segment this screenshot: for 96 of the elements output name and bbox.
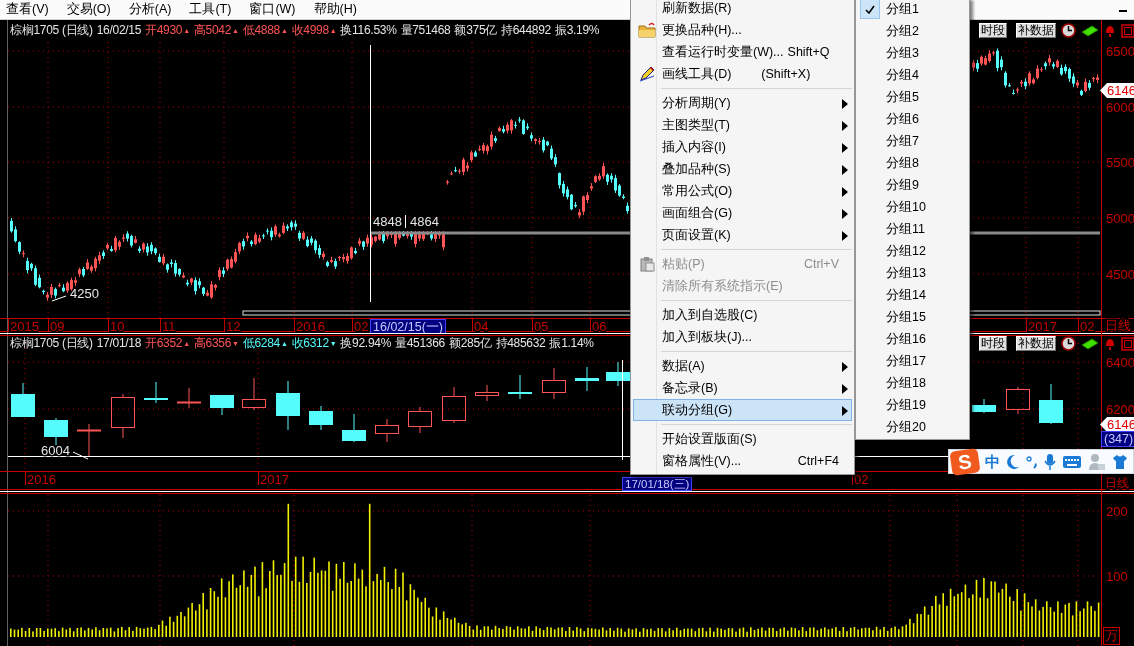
price-annotation: 4250 <box>70 285 99 301</box>
quote-text: 额375亿 <box>454 22 497 39</box>
submenu-item[interactable]: 分组9 <box>858 174 967 196</box>
axis-label: 02 <box>354 318 369 333</box>
submenu-item[interactable]: 分组5 <box>858 86 967 108</box>
axis-label: 4500 <box>1106 266 1134 282</box>
submenu-item[interactable]: 分组17 <box>858 350 967 372</box>
submenu-item[interactable]: 分组15 <box>858 306 967 328</box>
unit-label: 万 <box>1103 627 1120 645</box>
menu-item[interactable]: 画面组合(G) <box>633 202 852 224</box>
menu-item[interactable]: 查看运行时变量(W)... Shift+Q <box>633 41 852 63</box>
axis-label: 10 <box>110 318 125 333</box>
menu-item[interactable]: 常用公式(O) <box>633 180 852 202</box>
submenu-item[interactable]: 分组18 <box>858 372 967 394</box>
price-annotation: 6004 <box>41 442 70 458</box>
period-label: 日线 <box>1105 317 1131 333</box>
quote-text: 额285亿 <box>449 335 492 352</box>
menu-item[interactable]: 分析周期(Y) <box>633 92 852 114</box>
quote-text: 棕榈1705 (日线) <box>10 22 93 39</box>
axis-label: 5000 <box>1106 210 1134 226</box>
menu-item[interactable]: 页面设置(K) <box>633 224 852 246</box>
axis-label: 2016 <box>27 471 56 487</box>
price-annotation: 4864 <box>410 213 439 229</box>
tool-button[interactable]: 补数据 <box>1016 336 1056 351</box>
menu-item[interactable]: 加入到自选股(C) <box>633 304 852 326</box>
menu-item[interactable]: 交易(O) <box>64 0 113 19</box>
quote-text: 16/02/15 <box>96 22 142 39</box>
axis-label: 05 <box>534 318 549 333</box>
menu-item[interactable]: 数据(A) <box>633 355 852 377</box>
period-label: 日线 <box>1105 476 1129 490</box>
quote-text: 持485632 <box>495 335 546 352</box>
menu-item[interactable]: 刷新数据(R) <box>633 0 852 19</box>
axis-label: 6500 <box>1106 43 1134 59</box>
tool-button[interactable]: 补数据 <box>1016 23 1056 38</box>
menu-item[interactable]: 分析(A) <box>126 0 174 19</box>
menu-item[interactable]: 帮助(H) <box>311 0 359 19</box>
axis-label: 12 <box>226 318 241 333</box>
submenu-item[interactable]: 分组14 <box>858 284 967 306</box>
count-tag: (347) <box>1101 431 1134 447</box>
menu-item[interactable]: 备忘录(B) <box>633 377 852 399</box>
input-mode-button[interactable]: 中 <box>985 452 1000 471</box>
quote-text: 持644892 <box>501 22 551 39</box>
submenu-item[interactable]: 分组1 <box>858 0 967 20</box>
axis-label: 6400 <box>1106 354 1134 370</box>
menu-item[interactable]: 插入内容(I) <box>633 136 852 158</box>
menu-item[interactable]: 联动分组(G) <box>633 399 852 421</box>
submenu-item[interactable]: 分组8 <box>858 152 967 174</box>
submenu-item[interactable]: 分组3 <box>858 42 967 64</box>
menu-item[interactable]: 窗格属性(V)... Ctrl+F4 <box>633 450 852 472</box>
quote-text: 换116.53% <box>340 22 397 39</box>
menu-item[interactable]: 查看(V) <box>4 0 51 19</box>
date-tag: 17/01/18(三) <box>622 477 693 491</box>
menu-item[interactable]: 主图类型(T) <box>633 114 852 136</box>
quote-text: 换92.94% <box>340 335 392 352</box>
submenu-item[interactable]: 分组20 <box>858 416 967 438</box>
axis-label: 2017 <box>260 471 289 487</box>
axis-label: 6200 <box>1106 401 1134 417</box>
price-annotation: 4848 <box>373 213 402 229</box>
axis-label: 11 <box>162 318 176 333</box>
menu-item[interactable]: 更换品种(H)... <box>633 19 852 41</box>
submenu-item[interactable]: 分组19 <box>858 394 967 416</box>
submenu-item[interactable]: 分组16 <box>858 328 967 350</box>
submenu-item[interactable]: 分组11 <box>858 218 967 240</box>
submenu-item[interactable]: 分组6 <box>858 108 967 130</box>
menu-item[interactable]: 工具(T) <box>187 0 234 19</box>
axis-label: 2015 <box>10 318 39 333</box>
menu-item[interactable]: 开始设置版面(S) <box>633 428 852 450</box>
menu-item[interactable]: 加入到板块(J)... <box>633 326 852 348</box>
submenu-item[interactable]: 分组10 <box>858 196 967 218</box>
axis-label: 6000 <box>1106 99 1134 115</box>
tool-button[interactable]: 时段 <box>979 23 1007 38</box>
axis-label: 100 <box>1106 568 1128 584</box>
quote-text: 振3.19% <box>554 22 600 39</box>
menu-item[interactable]: 窗口(W) <box>247 0 298 19</box>
quote-text: 量751468 <box>400 22 451 39</box>
quote-text: 17/01/18 <box>96 335 142 352</box>
menu-item[interactable]: 叠加品种(S) <box>633 158 852 180</box>
axis-label: 2017 <box>1028 318 1057 333</box>
submenu-item[interactable]: 分组12 <box>858 240 967 262</box>
axis-label: 06 <box>592 318 607 333</box>
submenu-item[interactable]: 分组7 <box>858 130 967 152</box>
axis-label: 5500 <box>1106 154 1134 170</box>
axis-label: 200 <box>1106 503 1128 519</box>
quote-text: 量451366 <box>395 335 445 352</box>
tool-button[interactable]: 时段 <box>979 336 1007 351</box>
submenu-item[interactable]: 分组2 <box>858 20 967 42</box>
quote-text: 棕榈1705 (日线) <box>10 335 93 352</box>
axis-label: 2016 <box>296 318 325 333</box>
axis-label: 02 <box>854 471 869 487</box>
quote-text: 振1.14% <box>549 335 594 352</box>
submenu-item[interactable]: 分组13 <box>858 262 967 284</box>
axis-label: 09 <box>50 318 65 333</box>
axis-label: 02 <box>1080 318 1095 333</box>
submenu-item[interactable]: 分组4 <box>858 64 967 86</box>
menu-item[interactable]: 画线工具(D) (Shift+X) <box>633 63 852 85</box>
axis-label: 04 <box>474 318 489 333</box>
